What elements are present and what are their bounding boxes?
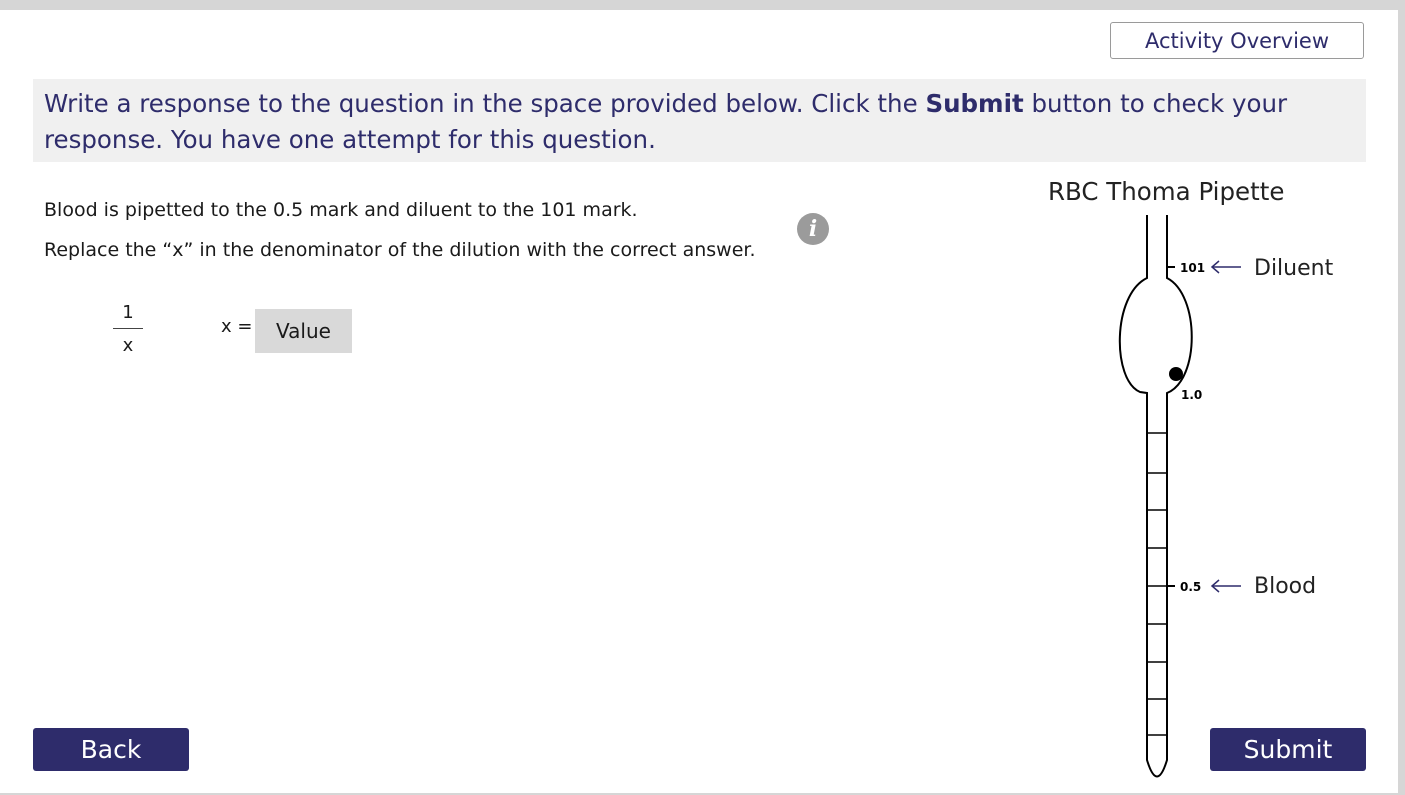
answer-label: x = [221,316,253,337]
value-input[interactable] [255,309,352,353]
blood-label: Blood [1254,574,1316,599]
instructions-submit-emphasis: Submit [925,89,1024,118]
stem-graduations [1147,432,1167,736]
activity-frame: Activity Overview Write a response to th… [0,10,1398,793]
info-icon[interactable]: i [797,213,829,245]
fraction-denominator: x [122,335,134,356]
fraction-numerator: 1 [122,302,134,323]
instructions-banner: Write a response to the question in the … [33,79,1366,162]
pipette-outline [1118,215,1193,778]
diluent-label: Diluent [1254,256,1334,281]
mark-101-label: 101 [1180,261,1205,275]
pipette-title: RBC Thoma Pipette [1048,177,1285,206]
instructions-text-start: Write a response to the question in the … [44,89,926,118]
thoma-pipette-diagram: 101 1.0 0.5 Diluent Blood [1118,215,1334,778]
mark-0-5-label: 0.5 [1180,580,1201,594]
activity-overview-button[interactable]: Activity Overview [1110,22,1364,59]
dilution-fraction: 1 x [113,302,143,356]
question-line-1: Blood is pipetted to the 0.5 mark and di… [44,199,638,221]
mark-1-0-label: 1.0 [1181,388,1202,402]
submit-button[interactable]: Submit [1210,728,1366,771]
back-button[interactable]: Back [33,728,189,771]
arrow-diluent [1210,260,1241,274]
arrow-blood [1210,579,1241,593]
question-line-2: Replace the “x” in the denominator of th… [44,239,756,261]
fraction-bar [113,328,143,329]
mixing-bead [1169,367,1183,381]
